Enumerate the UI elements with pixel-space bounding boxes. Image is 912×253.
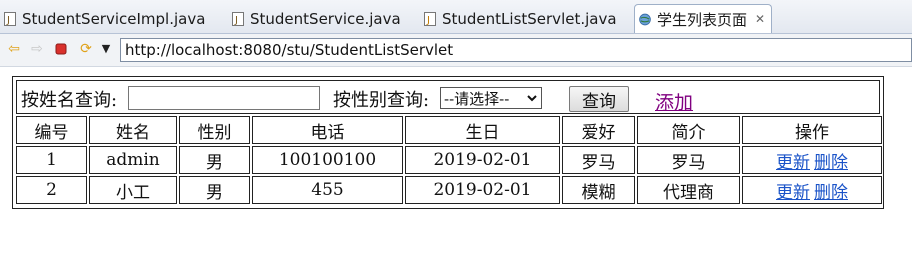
- table-cell-birthday: 2019-02-01: [405, 146, 560, 174]
- table-cell-name: admin: [89, 146, 177, 174]
- gender-search-label: 按性别查询:: [333, 90, 430, 111]
- forward-arrow-icon[interactable]: ⇨: [29, 41, 45, 57]
- tab-label: 学生列表页面: [657, 10, 748, 29]
- update-link[interactable]: 更新: [776, 148, 810, 173]
- stop-icon[interactable]: [53, 41, 69, 57]
- table-cell-name: 小工: [89, 176, 177, 204]
- svg-text:J: J: [426, 15, 430, 26]
- tab-student-service[interactable]: J StudentService.java: [232, 4, 401, 33]
- table-cell-actions: 更新 删除: [742, 176, 882, 204]
- student-table: 按姓名查询: 按性别查询: --请选择-- 查询 添加 编号 姓名 性别 电话 …: [12, 76, 884, 209]
- tab-student-service-impl[interactable]: J StudentServiceImpl.java: [4, 4, 205, 33]
- close-icon[interactable]: ✕: [755, 12, 765, 26]
- header-hobby: 爱好: [562, 116, 635, 144]
- refresh-icon[interactable]: ⟳: [78, 41, 94, 57]
- header-name: 姓名: [89, 116, 177, 144]
- tab-student-list-page[interactable]: 学生列表页面 ✕: [634, 4, 772, 33]
- address-bar[interactable]: http://localhost:8080/stu/StudentListSer…: [120, 38, 912, 62]
- tab-label: StudentListServlet.java: [442, 9, 617, 28]
- table-cell-id: 1: [16, 146, 87, 174]
- table-cell-phone: 455: [252, 176, 403, 204]
- table-cell-hobby: 罗马: [562, 146, 635, 174]
- url-text: http://localhost:8080/stu/StudentListSer…: [125, 41, 454, 59]
- table-cell-actions: 更新 删除: [742, 146, 882, 174]
- gender-select-value: --请选择--: [444, 89, 510, 108]
- table-cell-gender: 男: [179, 176, 250, 204]
- update-link[interactable]: 更新: [776, 178, 810, 203]
- header-phone: 电话: [252, 116, 403, 144]
- tab-bar: J StudentServiceImpl.java J StudentServi…: [0, 0, 912, 34]
- search-row: 按姓名查询: 按性别查询: --请选择-- 查询 添加: [16, 80, 880, 114]
- globe-icon: [639, 12, 651, 26]
- add-link[interactable]: 添加: [655, 88, 693, 115]
- navigation-bar: ⇦ ⇨ ⟳ ▼ http://localhost:8080/stu/Studen…: [0, 34, 912, 67]
- table-cell-birthday: 2019-02-01: [405, 176, 560, 204]
- java-file-icon: J: [424, 11, 436, 26]
- delete-link[interactable]: 删除: [814, 148, 848, 173]
- name-search-label: 按姓名查询:: [21, 90, 118, 111]
- header-gender: 性别: [179, 116, 250, 144]
- gender-select[interactable]: --请选择--: [440, 87, 542, 109]
- table-cell-gender: 男: [179, 146, 250, 174]
- svg-text:J: J: [6, 15, 10, 26]
- java-file-icon: J: [4, 11, 16, 26]
- back-arrow-icon[interactable]: ⇦: [6, 41, 22, 57]
- table-cell-id: 2: [16, 176, 87, 204]
- delete-link[interactable]: 删除: [814, 178, 848, 203]
- chevron-down-icon[interactable]: ▼: [98, 41, 114, 57]
- table-cell-intro: 罗马: [637, 146, 740, 174]
- table-cell-phone: 100100100: [252, 146, 403, 174]
- header-intro: 简介: [637, 116, 740, 144]
- query-button[interactable]: 查询: [569, 86, 629, 112]
- java-file-icon: J: [232, 11, 244, 26]
- table-cell-intro: 代理商: [637, 176, 740, 204]
- header-id: 编号: [16, 116, 87, 144]
- chevron-down-icon: [527, 95, 537, 102]
- name-search-input[interactable]: [128, 86, 320, 110]
- header-actions: 操作: [742, 116, 882, 144]
- svg-text:J: J: [234, 15, 238, 26]
- tab-label: StudentServiceImpl.java: [22, 9, 206, 28]
- tab-label: StudentService.java: [250, 9, 401, 28]
- tab-student-list-servlet[interactable]: J StudentListServlet.java: [424, 4, 617, 33]
- header-birthday: 生日: [405, 116, 560, 144]
- table-cell-hobby: 模糊: [562, 176, 635, 204]
